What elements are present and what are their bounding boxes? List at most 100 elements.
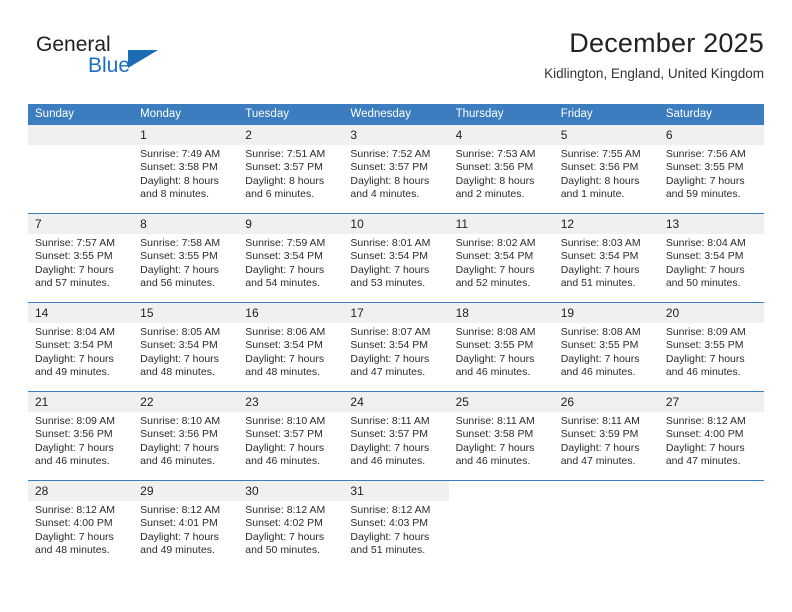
day-daylight-2-text: and 57 minutes. bbox=[35, 276, 110, 289]
calendar-day-cell[interactable]: 29 Sunrise: 8:12 AM Sunset: 4:01 PM Dayligh… bbox=[133, 480, 239, 569]
calendar-body: 1 Sunrise: 7:49 AM Sunset: 3:58 PM Daylight… bbox=[28, 125, 764, 569]
calendar-day-cell[interactable]: 23 Sunrise: 8:10 AM Sunset: 3:57 PM Dayligh… bbox=[238, 391, 344, 481]
calendar-day-cell[interactable]: 14 Sunrise: 8:04 AM Sunset: 3:54 PM Dayligh… bbox=[28, 302, 134, 392]
day-sunset-text: Sunset: 3:56 PM bbox=[140, 428, 218, 441]
calendar-day-cell[interactable]: 9 Sunrise: 7:59 AM Sunset: 3:54 PM Daylight… bbox=[238, 213, 344, 303]
day-details: Sunrise: 7:57 AM Sunset: 3:55 PM Daylight:… bbox=[28, 234, 133, 290]
day-number: 18 bbox=[448, 303, 554, 323]
day-sunset-text: Sunset: 3:54 PM bbox=[35, 339, 113, 352]
brand-name-general: General bbox=[36, 33, 111, 56]
calendar-day-cell[interactable]: 5 Sunrise: 7:55 AM Sunset: 3:56 PM Daylight… bbox=[553, 125, 659, 214]
day-sunrise-text: Sunrise: 7:52 AM bbox=[350, 148, 431, 160]
day-number: 20 bbox=[658, 303, 764, 323]
calendar-day-cell bbox=[448, 480, 554, 569]
day-details: Sunrise: 7:51 AM Sunset: 3:57 PM Daylight:… bbox=[238, 145, 343, 201]
day-daylight-1-text: Daylight: 7 hours bbox=[35, 530, 114, 543]
calendar-day-cell[interactable]: 16 Sunrise: 8:06 AM Sunset: 3:54 PM Dayligh… bbox=[238, 302, 344, 392]
day-details: Sunrise: 8:03 AM Sunset: 3:54 PM Daylight:… bbox=[554, 234, 659, 290]
calendar-day-cell[interactable]: 12 Sunrise: 8:03 AM Sunset: 3:54 PM Dayligh… bbox=[553, 213, 659, 303]
calendar-day-cell[interactable]: 30 Sunrise: 8:12 AM Sunset: 4:02 PM Dayligh… bbox=[238, 480, 344, 569]
page-header: General Blue December 2025 Kidlington, E… bbox=[28, 28, 764, 96]
calendar-day-cell[interactable]: 4 Sunrise: 7:53 AM Sunset: 3:56 PM Daylight… bbox=[448, 125, 554, 214]
day-daylight-2-text: and 46 minutes. bbox=[140, 454, 215, 467]
day-number: 2 bbox=[238, 125, 344, 145]
day-number: 7 bbox=[28, 214, 134, 234]
calendar-day-cell[interactable]: 8 Sunrise: 7:58 AM Sunset: 3:55 PM Daylight… bbox=[133, 213, 239, 303]
day-details: Sunrise: 8:04 AM Sunset: 3:54 PM Daylight:… bbox=[28, 323, 133, 379]
calendar-day-cell[interactable]: 19 Sunrise: 8:08 AM Sunset: 3:55 PM Dayligh… bbox=[553, 302, 659, 392]
day-daylight-2-text: and 2 minutes. bbox=[455, 187, 525, 200]
day-sunrise-text: Sunrise: 8:12 AM bbox=[665, 415, 746, 427]
calendar-day-cell[interactable]: 15 Sunrise: 8:05 AM Sunset: 3:54 PM Dayligh… bbox=[133, 302, 239, 392]
calendar-day-cell[interactable]: 27 Sunrise: 8:12 AM Sunset: 4:00 PM Dayligh… bbox=[658, 391, 764, 481]
calendar-day-cell[interactable]: 13 Sunrise: 8:04 AM Sunset: 3:54 PM Dayligh… bbox=[658, 213, 764, 303]
day-daylight-2-text: and 47 minutes. bbox=[350, 365, 426, 378]
calendar-day-cell[interactable]: 22 Sunrise: 8:10 AM Sunset: 3:56 PM Dayligh… bbox=[133, 391, 239, 481]
day-number: 19 bbox=[553, 303, 659, 323]
day-sunset-text: Sunset: 3:58 PM bbox=[140, 161, 218, 174]
day-daylight-2-text: and 47 minutes. bbox=[560, 454, 636, 467]
day-daylight-2-text: and 53 minutes. bbox=[350, 276, 426, 289]
day-sunset-text: Sunset: 3:55 PM bbox=[35, 250, 113, 263]
day-daylight-1-text: Daylight: 7 hours bbox=[350, 263, 430, 276]
day-sunset-text: Sunset: 3:54 PM bbox=[245, 250, 323, 263]
day-sunrise-text: Sunrise: 8:05 AM bbox=[140, 326, 221, 338]
day-sunrise-text: Sunrise: 8:09 AM bbox=[665, 326, 746, 338]
calendar-day-cell[interactable]: 25 Sunrise: 8:11 AM Sunset: 3:58 PM Dayligh… bbox=[448, 391, 554, 481]
page-title: December 2025 bbox=[569, 28, 764, 58]
calendar-day-cell[interactable]: 24 Sunrise: 8:11 AM Sunset: 3:57 PM Dayligh… bbox=[343, 391, 449, 481]
day-number: 22 bbox=[133, 392, 239, 412]
day-number: 3 bbox=[343, 125, 449, 145]
calendar-day-cell[interactable]: 31 Sunrise: 8:12 AM Sunset: 4:03 PM Dayligh… bbox=[343, 480, 449, 569]
day-sunrise-text: Sunrise: 8:07 AM bbox=[350, 326, 431, 338]
calendar-day-cell[interactable]: 6 Sunrise: 7:56 AM Sunset: 3:55 PM Daylight… bbox=[658, 125, 764, 214]
day-daylight-1-text: Daylight: 7 hours bbox=[350, 352, 430, 365]
day-sunset-text: Sunset: 3:54 PM bbox=[140, 339, 218, 352]
day-daylight-1-text: Daylight: 7 hours bbox=[35, 352, 114, 365]
calendar-day-cell[interactable]: 2 Sunrise: 7:51 AM Sunset: 3:57 PM Daylight… bbox=[238, 125, 344, 214]
day-details: Sunrise: 8:09 AM Sunset: 3:56 PM Daylight:… bbox=[28, 412, 133, 468]
day-daylight-2-text: and 54 minutes. bbox=[245, 276, 320, 289]
calendar-day-cell[interactable]: 7 Sunrise: 7:57 AM Sunset: 3:55 PM Daylight… bbox=[28, 213, 134, 303]
calendar-day-cell[interactable]: 3 Sunrise: 7:52 AM Sunset: 3:57 PM Daylight… bbox=[343, 125, 449, 214]
day-sunset-text: Sunset: 4:02 PM bbox=[245, 517, 323, 530]
day-details: Sunrise: 8:11 AM Sunset: 3:59 PM Daylight:… bbox=[554, 412, 659, 468]
calendar-day-cell[interactable]: 20 Sunrise: 8:09 AM Sunset: 3:55 PM Dayligh… bbox=[658, 302, 764, 392]
day-daylight-2-text: and 46 minutes. bbox=[350, 454, 426, 467]
sunrise-sunset-calendar-table: Sunday Monday Tuesday Wednesday Thursday Frid… bbox=[28, 104, 764, 569]
calendar-day-cell[interactable]: 18 Sunrise: 8:08 AM Sunset: 3:55 PM Dayligh… bbox=[448, 302, 554, 392]
day-number: 17 bbox=[343, 303, 449, 323]
calendar-day-cell[interactable]: 11 Sunrise: 8:02 AM Sunset: 3:54 PM Dayligh… bbox=[448, 213, 554, 303]
day-details: Sunrise: 7:58 AM Sunset: 3:55 PM Daylight:… bbox=[133, 234, 238, 290]
day-daylight-1-text: Daylight: 8 hours bbox=[140, 174, 219, 187]
day-daylight-2-text: and 46 minutes. bbox=[455, 454, 531, 467]
calendar-day-cell[interactable]: 10 Sunrise: 8:01 AM Sunset: 3:54 PM Dayligh… bbox=[343, 213, 449, 303]
day-sunset-text: Sunset: 3:54 PM bbox=[350, 339, 429, 352]
day-sunset-text: Sunset: 3:59 PM bbox=[560, 428, 639, 441]
day-details: Sunrise: 8:07 AM Sunset: 3:54 PM Daylight:… bbox=[343, 323, 448, 379]
day-number: 24 bbox=[343, 392, 449, 412]
day-daylight-1-text: Daylight: 7 hours bbox=[35, 441, 114, 454]
day-daylight-2-text: and 47 minutes. bbox=[665, 454, 741, 467]
day-sunrise-text: Sunrise: 8:12 AM bbox=[35, 504, 115, 516]
day-number: 28 bbox=[28, 481, 134, 501]
calendar-day-cell[interactable]: 17 Sunrise: 8:07 AM Sunset: 3:54 PM Dayligh… bbox=[343, 302, 449, 392]
calendar-day-cell[interactable]: 21 Sunrise: 8:09 AM Sunset: 3:56 PM Dayligh… bbox=[28, 391, 134, 481]
day-details: Sunrise: 7:55 AM Sunset: 3:56 PM Daylight:… bbox=[554, 145, 659, 201]
day-sunset-text: Sunset: 3:55 PM bbox=[455, 339, 534, 352]
brand-logo[interactable]: General Blue bbox=[28, 34, 228, 90]
day-number: 13 bbox=[658, 214, 764, 234]
day-daylight-2-text: and 46 minutes. bbox=[665, 365, 741, 378]
day-sunset-text: Sunset: 4:01 PM bbox=[140, 517, 218, 530]
calendar-day-cell[interactable]: 28 Sunrise: 8:12 AM Sunset: 4:00 PM Dayligh… bbox=[28, 480, 134, 569]
calendar-day-cell[interactable]: 26 Sunrise: 8:11 AM Sunset: 3:59 PM Dayligh… bbox=[553, 391, 659, 481]
day-details: Sunrise: 8:04 AM Sunset: 3:54 PM Daylight:… bbox=[659, 234, 764, 290]
calendar-day-cell[interactable]: 1 Sunrise: 7:49 AM Sunset: 3:58 PM Daylight… bbox=[133, 125, 239, 214]
brand-name-blue: Blue bbox=[88, 54, 131, 77]
day-sunset-text: Sunset: 3:54 PM bbox=[665, 250, 744, 263]
calendar-day-cell bbox=[28, 125, 134, 214]
day-sunrise-text: Sunrise: 8:01 AM bbox=[350, 237, 431, 249]
day-details: Sunrise: 8:06 AM Sunset: 3:54 PM Daylight:… bbox=[238, 323, 343, 379]
calendar-week-row: 7 Sunrise: 7:57 AM Sunset: 3:55 PM Daylight… bbox=[28, 213, 764, 303]
calendar-header-row: Sunday Monday Tuesday Wednesday Thursday Frid… bbox=[28, 104, 764, 125]
